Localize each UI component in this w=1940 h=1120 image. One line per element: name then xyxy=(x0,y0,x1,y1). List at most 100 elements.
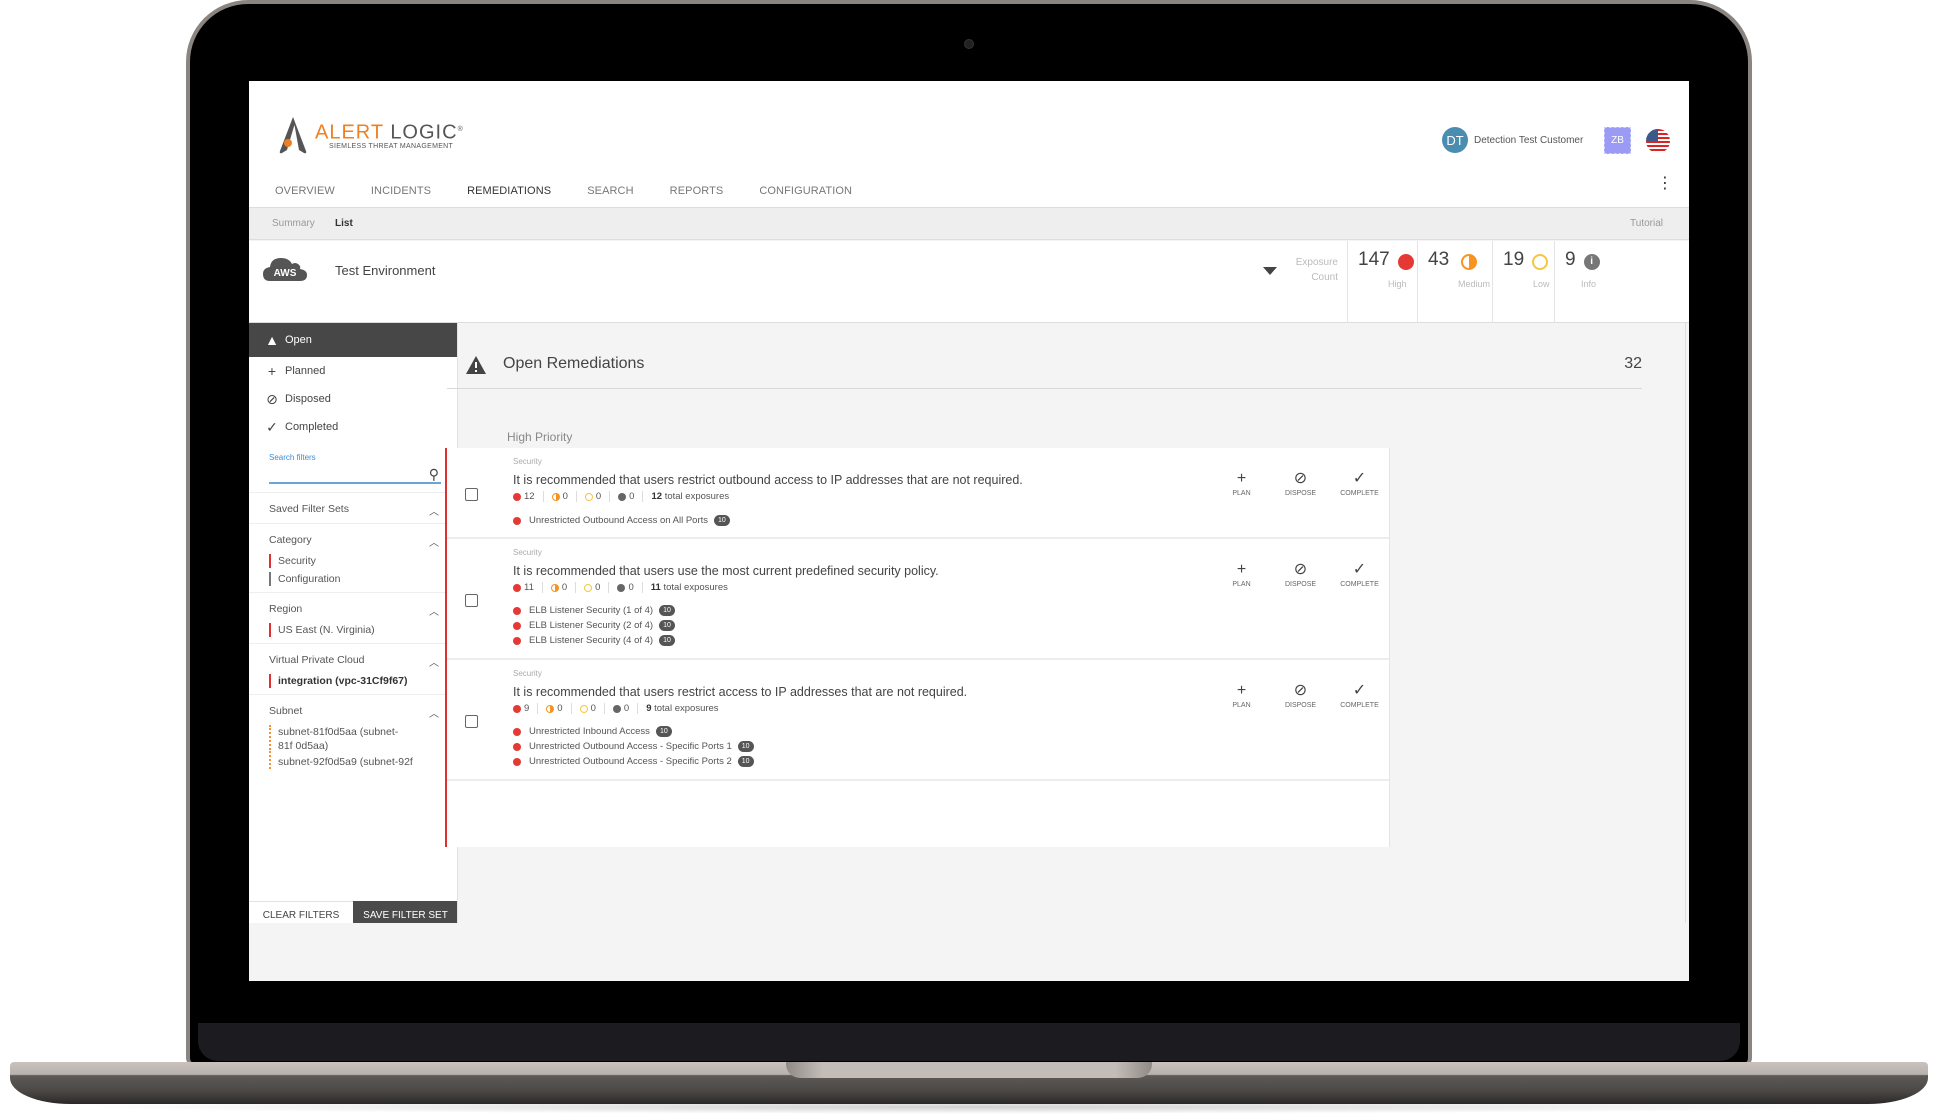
section-region: Region ︿ US East (N. Virginia) xyxy=(249,592,457,643)
remediation-category: Security xyxy=(513,457,542,466)
nav-tab-overview[interactable]: OVERVIEW xyxy=(275,185,335,197)
user-menu[interactable]: DT Detection Test Customer xyxy=(1442,127,1583,153)
dispose-button[interactable]: ⊘ DISPOSE xyxy=(1271,682,1330,709)
finding-item[interactable]: Unrestricted Outbound Access - Specific … xyxy=(513,754,754,769)
exposure-medium[interactable]: 43 Medium xyxy=(1417,241,1492,323)
findings-list: ELB Listener Security (1 of 4) 10 ELB Lis… xyxy=(513,603,675,648)
complete-button[interactable]: ✓ COMPLETE xyxy=(1330,470,1389,497)
medium-severity-icon xyxy=(550,583,559,592)
remediation-list: Security It is recommended that users re… xyxy=(445,448,1390,847)
remediation-title: It is recommended that users use the mos… xyxy=(513,564,939,578)
scrollbar-track[interactable] xyxy=(1685,323,1686,923)
select-checkbox[interactable] xyxy=(465,488,478,501)
high-severity-icon xyxy=(513,606,521,615)
finding-count-badge: 10 xyxy=(659,635,675,646)
status-tab-planned[interactable]: + Planned xyxy=(249,357,457,385)
plan-button[interactable]: + PLAN xyxy=(1212,561,1271,588)
disposed-icon: ⊘ xyxy=(1293,470,1308,487)
nav-tab-remediations[interactable]: REMEDIATIONS xyxy=(467,185,551,197)
nav-tab-configuration[interactable]: CONFIGURATION xyxy=(759,185,852,197)
finding-item[interactable]: ELB Listener Security (4 of 4) 10 xyxy=(513,633,675,648)
high-severity-icon xyxy=(513,516,521,525)
low-severity-icon xyxy=(584,492,593,501)
brand-name-part2: LOGIC xyxy=(390,121,458,144)
section-vpc: Virtual Private Cloud ︿ integration (vpc… xyxy=(249,643,457,694)
chevron-up-icon[interactable]: ︿ xyxy=(429,705,439,720)
select-checkbox[interactable] xyxy=(465,715,478,728)
finding-item[interactable]: ELB Listener Security (2 of 4) 10 xyxy=(513,618,675,633)
filter-item-region[interactable]: US East (N. Virginia) xyxy=(269,623,439,637)
warning-icon: ▲ xyxy=(265,332,279,348)
high-severity-icon xyxy=(513,742,521,751)
remediation-card[interactable]: Security It is recommended that users us… xyxy=(447,539,1389,660)
status-tab-completed[interactable]: ✓ Completed xyxy=(249,413,457,441)
status-tab-open[interactable]: ▲ Open xyxy=(249,323,457,357)
filter-item-vpc[interactable]: integration (vpc-31Cf9f67) xyxy=(269,674,439,688)
main-nav: OVERVIEW INCIDENTS REMEDIATIONS SEARCH R… xyxy=(275,185,888,197)
medium-severity-icon xyxy=(551,492,560,501)
exposure-info[interactable]: 9 i Info xyxy=(1554,241,1614,323)
laptop-notch xyxy=(786,1062,1152,1078)
filter-item-configuration[interactable]: Configuration xyxy=(269,572,439,586)
kebab-vertical-icon[interactable]: ⋮ xyxy=(1657,176,1673,192)
chevron-up-icon[interactable]: ︿ xyxy=(429,654,439,669)
finding-item[interactable]: Unrestricted Inbound Access 10 xyxy=(513,724,754,739)
plus-icon: + xyxy=(267,363,277,379)
exposure-high[interactable]: 147 High xyxy=(1347,241,1417,323)
status-tab-disposed[interactable]: ⊘ Disposed xyxy=(249,385,457,413)
exposure-stats: 11 0 0 0 11 total exposures xyxy=(513,582,744,593)
info-icon xyxy=(617,583,626,592)
plan-button[interactable]: + PLAN xyxy=(1212,470,1271,497)
brand-logo[interactable]: ALERT LOGIC® SIEMLESS THREAT MANAGEMENT xyxy=(275,115,464,155)
environment-dropdown-icon[interactable] xyxy=(1263,267,1277,275)
card-actions: + PLAN ⊘ DISPOSE ✓ COMPLETE xyxy=(1212,470,1389,497)
remediation-card[interactable]: Security It is recommended that users re… xyxy=(447,448,1389,539)
filter-item-security[interactable]: Security xyxy=(269,554,439,568)
search-icon[interactable]: ⚲ xyxy=(429,466,439,483)
complete-button[interactable]: ✓ COMPLETE xyxy=(1330,561,1389,588)
brand-name-part1: ALERT xyxy=(315,121,384,144)
low-severity-icon xyxy=(584,583,593,592)
brand-tagline: SIEMLESS THREAT MANAGEMENT xyxy=(329,143,454,151)
section-saved-filter-sets[interactable]: Saved Filter Sets ︿ xyxy=(249,492,457,523)
remediation-title: It is recommended that users restrict ou… xyxy=(513,473,1023,487)
card-actions: + PLAN ⊘ DISPOSE ✓ COMPLETE xyxy=(1212,682,1389,709)
us-flag-icon[interactable] xyxy=(1646,129,1670,153)
search-filters-input[interactable] xyxy=(269,462,441,484)
plan-button[interactable]: + PLAN xyxy=(1212,682,1271,709)
finding-item[interactable]: Unrestricted Outbound Access on All Port… xyxy=(513,513,730,528)
clear-filters-button[interactable]: CLEAR FILTERS xyxy=(249,901,353,923)
alert-logic-logo-icon xyxy=(279,117,307,154)
subnav-list[interactable]: List xyxy=(335,218,353,229)
finding-item[interactable]: Unrestricted Outbound Access - Specific … xyxy=(513,739,754,754)
finding-count-badge: 10 xyxy=(737,741,754,752)
secondary-avatar[interactable]: ZB xyxy=(1604,127,1631,154)
tutorial-link[interactable]: Tutorial xyxy=(1630,218,1663,229)
save-filter-set-button[interactable]: SAVE FILTER SET xyxy=(353,901,457,923)
exposure-high-label: High xyxy=(1388,279,1407,289)
exposure-low[interactable]: 19 Low xyxy=(1492,241,1554,323)
info-icon xyxy=(612,704,621,713)
chevron-up-icon[interactable]: ︿ xyxy=(429,503,439,518)
nav-tab-incidents[interactable]: INCIDENTS xyxy=(371,185,431,197)
high-severity-icon xyxy=(513,727,521,736)
select-checkbox[interactable] xyxy=(465,594,478,607)
remediation-card[interactable]: Security It is recommended that users re… xyxy=(447,660,1389,781)
filter-item-subnet[interactable]: subnet-81f0d5aa (subnet-81f 0d5aa) xyxy=(269,725,409,753)
nav-tab-reports[interactable]: REPORTS xyxy=(670,185,724,197)
chevron-up-icon[interactable]: ︿ xyxy=(429,603,439,618)
dispose-button[interactable]: ⊘ DISPOSE xyxy=(1271,561,1330,588)
chevron-up-icon[interactable]: ︿ xyxy=(429,534,439,549)
info-icon xyxy=(618,492,627,501)
subnav-summary[interactable]: Summary xyxy=(272,218,315,229)
dispose-button[interactable]: ⊘ DISPOSE xyxy=(1271,470,1330,497)
low-severity-icon xyxy=(1532,254,1549,270)
section-category: Category ︿ Security Configuration xyxy=(249,523,457,592)
nav-tab-search[interactable]: SEARCH xyxy=(587,185,633,197)
finding-item[interactable]: ELB Listener Security (1 of 4) 10 xyxy=(513,603,675,618)
search-filters-label: Search filters xyxy=(269,453,316,462)
high-severity-icon xyxy=(1397,254,1414,270)
filter-item-subnet[interactable]: subnet-92f0d5a9 (subnet-92f xyxy=(269,755,439,769)
complete-button[interactable]: ✓ COMPLETE xyxy=(1330,682,1389,709)
high-severity-icon xyxy=(513,621,521,630)
